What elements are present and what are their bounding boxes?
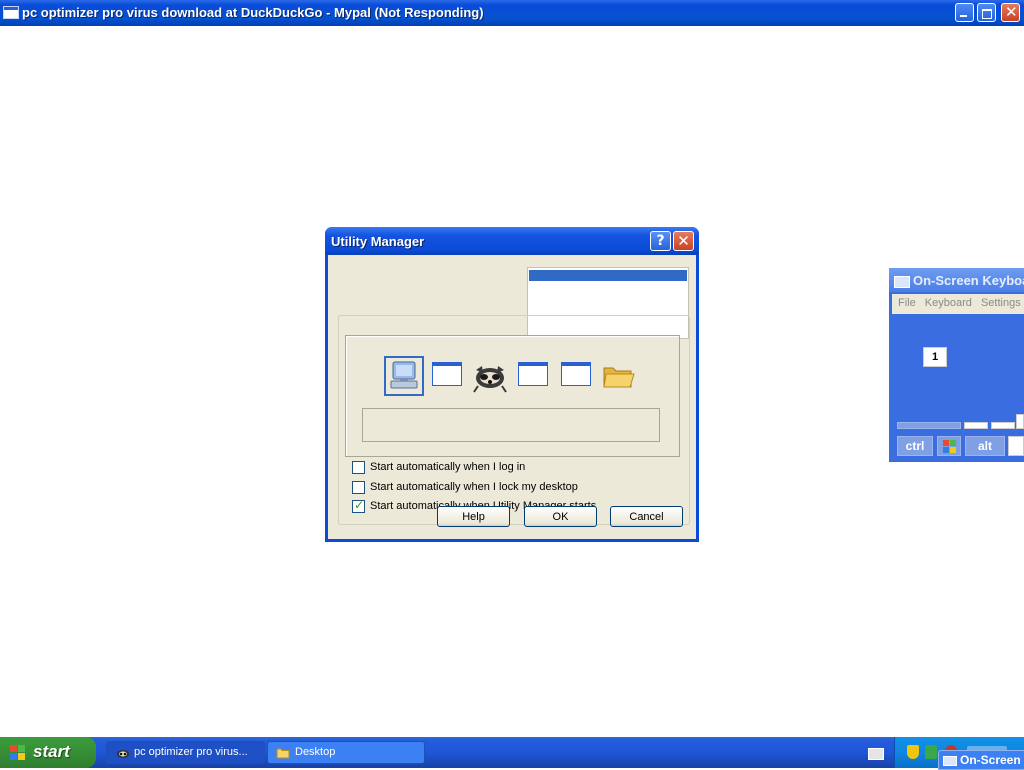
windows-logo-icon: [943, 440, 957, 453]
checkbox[interactable]: [352, 460, 365, 474]
menu-settings[interactable]: Settings: [981, 297, 1021, 309]
taskbar: start pc optimizer pro virus... Desktop: [0, 737, 1024, 768]
osk-keys-area: 1 ctrl alt: [892, 314, 1024, 460]
window-icon[interactable]: [426, 356, 466, 396]
window-icon[interactable]: [512, 356, 552, 396]
key-partial[interactable]: [897, 422, 961, 429]
switcher-caption-box: [362, 408, 660, 442]
taskbar-item-mypal[interactable]: pc optimizer pro virus...: [106, 741, 265, 764]
main-window-title: pc optimizer pro virus download at DuckD…: [22, 5, 484, 20]
dialog-body: Start automatically when I log in Start …: [328, 255, 696, 539]
network-icon[interactable]: [925, 745, 937, 759]
checkbox-label: Start automatically when I log in: [370, 461, 526, 473]
checkbox-label: Start automatically when I lock my deskt…: [370, 481, 578, 493]
osk-menubar: File Keyboard Settings: [892, 294, 1024, 314]
folder-icon: [276, 746, 290, 760]
dialog-close-button[interactable]: ✕: [673, 231, 694, 251]
dialog-titlebar[interactable]: Utility Manager ? ✕: [325, 227, 699, 255]
window-icon: [561, 362, 591, 386]
checkbox-start-on-lock[interactable]: Start automatically when I lock my deskt…: [352, 479, 578, 495]
maximize-icon: [982, 9, 992, 19]
checkbox-start-on-login[interactable]: Start automatically when I log in: [352, 459, 525, 475]
minimize-icon: [960, 15, 967, 17]
key-partial[interactable]: [1008, 436, 1024, 456]
close-button[interactable]: ✕: [1001, 3, 1020, 22]
on-screen-keyboard-window: On-Screen Keyboard File Keyboard Setting…: [889, 268, 1024, 462]
cancel-button[interactable]: Cancel: [610, 506, 683, 527]
main-window-titlebar[interactable]: pc optimizer pro virus download at DuckD…: [0, 0, 1024, 26]
taskbar-item-label: Desktop: [295, 746, 336, 758]
window-icon: [432, 362, 462, 386]
taskbar-item-label: pc optimizer pro virus...: [134, 746, 248, 758]
maximize-button[interactable]: [977, 3, 996, 22]
window-icon: [3, 6, 19, 19]
on-screen-keyboard-icon[interactable]: [384, 356, 424, 396]
utility-manager-dialog: Utility Manager ? ✕ Start automatically …: [325, 227, 699, 542]
key-partial[interactable]: [964, 422, 988, 429]
menu-file[interactable]: File: [898, 297, 916, 309]
raccoon-icon: [116, 746, 130, 760]
windows-logo-icon: [10, 745, 26, 760]
osk-title: On-Screen Keyboard: [913, 273, 1024, 288]
taskbar-item-desktop[interactable]: Desktop: [267, 741, 425, 764]
keyboard-icon: [894, 276, 910, 288]
checkbox[interactable]: [352, 480, 365, 494]
checkmark-icon: ✓: [354, 497, 365, 512]
key-1[interactable]: 1: [923, 347, 947, 367]
key-partial[interactable]: [991, 422, 1015, 429]
keyboard-icon[interactable]: [868, 748, 884, 760]
checkbox[interactable]: ✓: [352, 497, 365, 513]
minimize-button[interactable]: [955, 3, 974, 22]
key-windows[interactable]: [937, 436, 961, 456]
security-shield-icon[interactable]: [907, 745, 919, 759]
keyboard-icon: [943, 756, 957, 766]
osk-minimized-window[interactable]: On-Screen: [938, 750, 1024, 770]
task-switcher: [345, 335, 680, 457]
key-alt[interactable]: alt: [965, 436, 1005, 456]
dialog-help-button[interactable]: ?: [650, 231, 671, 251]
key-ctrl[interactable]: ctrl: [897, 436, 933, 456]
utility-list-selected-row[interactable]: [529, 270, 687, 281]
help-button[interactable]: Help: [437, 506, 510, 527]
window-icon[interactable]: [555, 356, 595, 396]
dialog-title: Utility Manager: [331, 234, 425, 249]
window-icon: [518, 362, 548, 386]
folder-icon[interactable]: [598, 356, 638, 396]
start-button[interactable]: start: [0, 737, 96, 768]
start-label: start: [33, 742, 70, 761]
menu-keyboard[interactable]: Keyboard: [925, 297, 972, 309]
key-partial[interactable]: [1016, 414, 1024, 429]
osk-minimized-label: On-Screen: [960, 753, 1021, 767]
ok-button[interactable]: OK: [524, 506, 597, 527]
osk-titlebar[interactable]: On-Screen Keyboard: [889, 268, 1024, 292]
raccoon-icon[interactable]: [470, 356, 510, 396]
close-icon: ✕: [1005, 3, 1018, 21]
